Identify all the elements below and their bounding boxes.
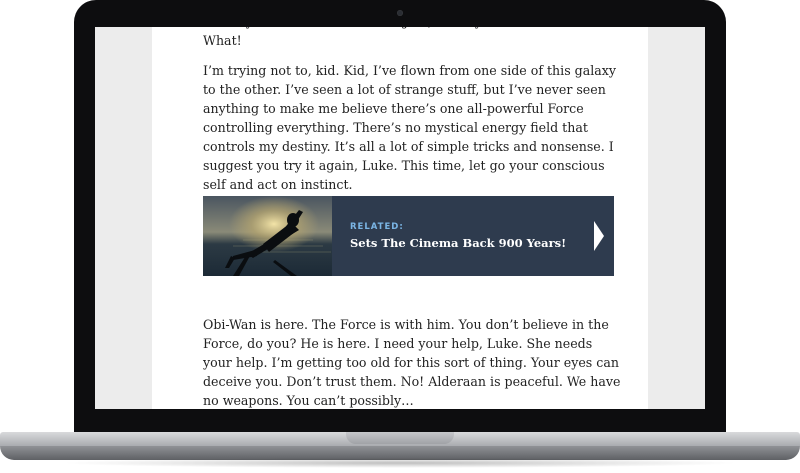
article-paragraph: I’m trying not to, kid. Kid, I’ve flown … [203, 63, 616, 192]
related-article-card[interactable]: RELATED: Sets The Cinema Back 900 Years! [203, 196, 614, 276]
laptop-notch [346, 432, 454, 444]
laptop-shadow [60, 458, 740, 468]
webcam-icon [397, 10, 403, 16]
article-paragraph: Obi-Wan is here. The Force is with him. … [203, 317, 621, 408]
article-paragraph-partial: the ways of the Force and be a Jedi, lik… [203, 27, 598, 48]
related-article-text: RELATED: Sets The Cinema Back 900 Years! [350, 222, 566, 250]
related-article-thumbnail [203, 196, 332, 276]
article-page: the ways of the Force and be a Jedi, lik… [152, 27, 648, 409]
chevron-right-icon[interactable] [594, 221, 604, 251]
related-label: RELATED: [350, 222, 404, 232]
related-article-title[interactable]: Sets The Cinema Back 900 Years! [350, 236, 566, 250]
laptop-screen: the ways of the Force and be a Jedi, lik… [95, 27, 705, 409]
